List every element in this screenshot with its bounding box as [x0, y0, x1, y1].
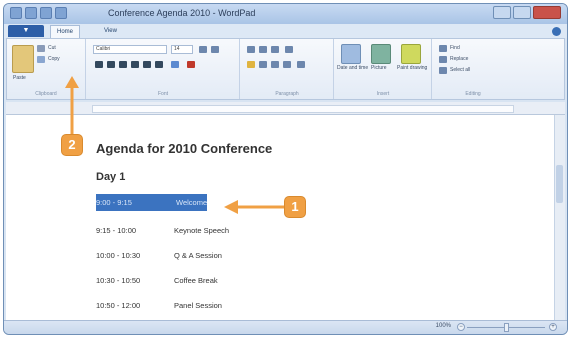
arrow-to-copy [65, 76, 79, 134]
wordpad-window: Conference Agenda 2010 - WordPad ▼ Home … [3, 3, 568, 335]
callout-step-1: 1 [285, 197, 305, 217]
arrow-to-selection [224, 200, 284, 214]
callout-arrows [65, 76, 284, 214]
callout-step-2: 2 [62, 135, 82, 155]
